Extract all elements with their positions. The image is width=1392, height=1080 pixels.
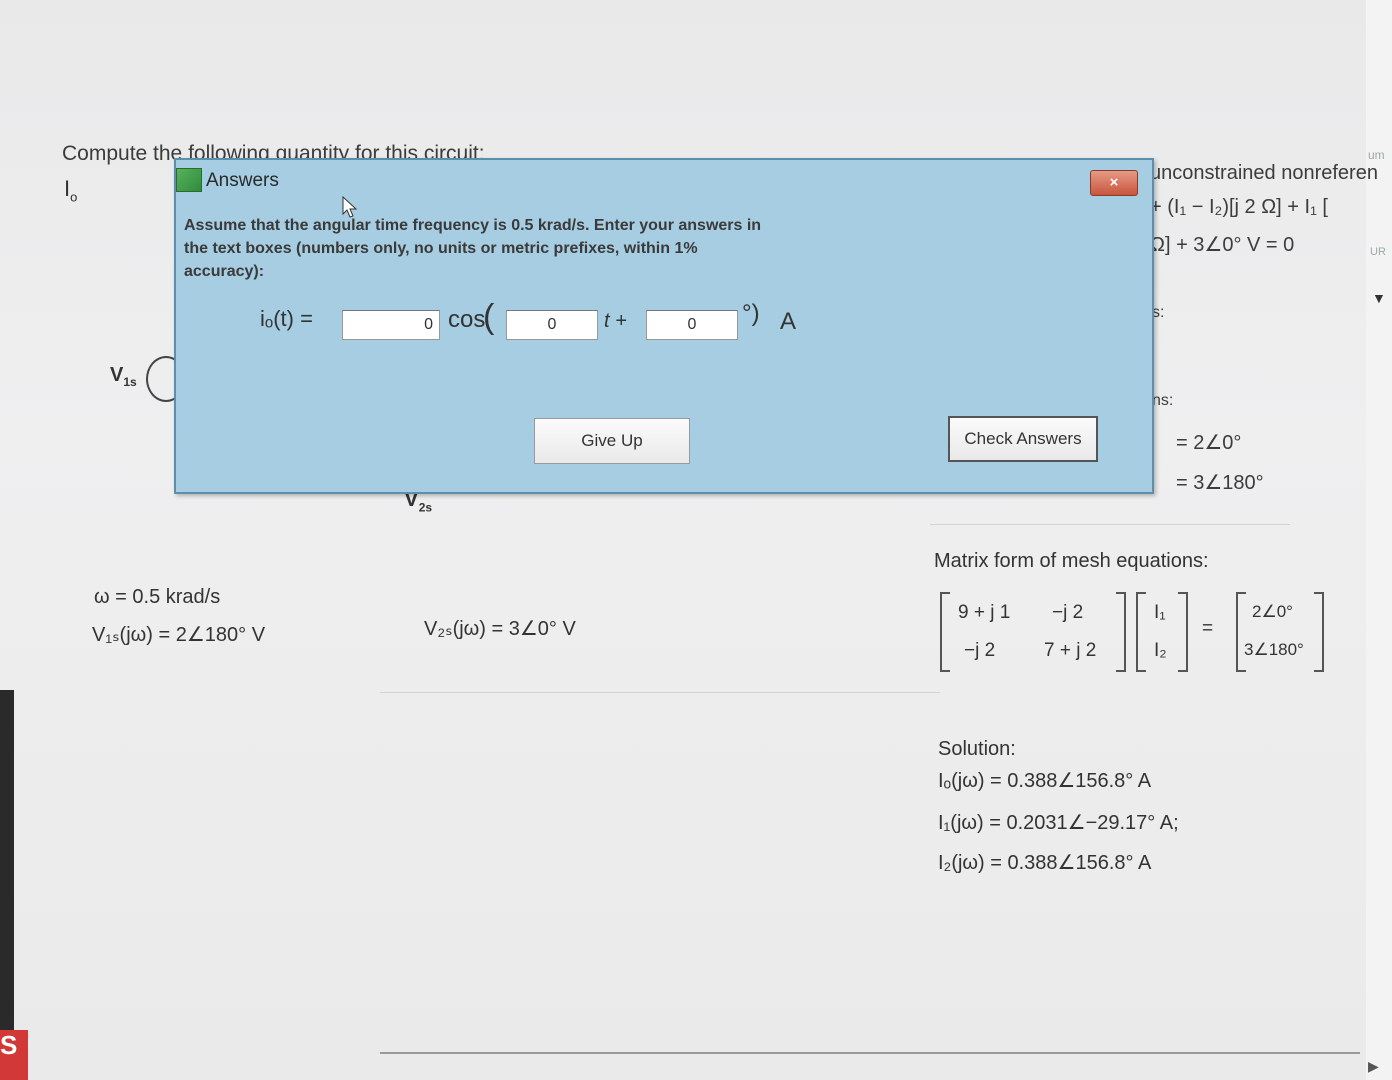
matrix-equals: =	[1202, 618, 1214, 639]
mesh-matrix: 9 + j 1 −j 2 −j 2 7 + j 2 I₁ I₂ = 2∠0° 3…	[940, 592, 1330, 676]
mesh-text-line-3: Ω] + 3∠0° V = 0	[1150, 234, 1295, 256]
matrix-cell: −j 2	[1052, 602, 1084, 623]
phase-input[interactable]	[646, 310, 738, 340]
matrix-cell: −j 2	[964, 640, 996, 661]
dropdown-arrow-icon[interactable]: ▼	[1372, 290, 1386, 306]
app-icon	[176, 168, 202, 192]
bottom-scrollbar[interactable]	[380, 1052, 1360, 1054]
degree-close-paren: °)	[742, 300, 760, 327]
mesh-eq-rhs-2: = 3∠180°	[1176, 472, 1264, 494]
amplitude-input[interactable]	[342, 310, 440, 340]
matrix-title: Matrix form of mesh equations:	[934, 550, 1209, 572]
source-v1s-label: V1s	[110, 364, 137, 389]
right-tab-label[interactable]: um	[1368, 148, 1385, 162]
divider	[380, 692, 940, 693]
check-answers-button[interactable]: Check Answers	[948, 416, 1098, 462]
matrix-cell: 7 + j 2	[1044, 640, 1097, 661]
matrix-cell: 3∠180°	[1244, 640, 1304, 659]
v1s-phasor: V₁ₛ(jω) = 2∠180° V	[92, 624, 266, 646]
solution-line: Iₒ(jω) = 0.388∠156.8° A	[938, 770, 1152, 792]
matrix-cell: I₁	[1154, 602, 1166, 623]
dialog-instructions: Assume that the angular time frequency i…	[184, 217, 762, 280]
v2s-phasor: V₂ₛ(jω) = 3∠0° V	[424, 618, 576, 640]
solution-title: Solution:	[938, 738, 1016, 760]
matrix-cell: 2∠0°	[1252, 602, 1293, 621]
equation-label: iₒ(t) =	[260, 306, 313, 331]
dialog-title: Answers	[206, 170, 279, 191]
divider	[930, 524, 1290, 525]
mesh-text-line-1: unconstrained nonreferen	[1150, 162, 1378, 184]
matrix-cell: 9 + j 1	[958, 602, 1011, 623]
mouse-cursor-icon	[342, 196, 358, 218]
scroll-right-arrow-icon[interactable]: ▶	[1368, 1058, 1379, 1075]
omega-value: ω = 0.5 krad/s	[94, 586, 221, 608]
mesh-eq-rhs-1: = 2∠0°	[1176, 432, 1242, 454]
give-up-button[interactable]: Give Up	[534, 418, 690, 464]
solution-line: I₂(jω) = 0.388∠156.8° A	[938, 852, 1152, 874]
omega-input[interactable]	[506, 310, 598, 340]
t-plus-label: t +	[604, 310, 627, 332]
solution-line: I₁(jω) = 0.2031∠−29.17° A;	[938, 812, 1179, 834]
quantity-label: Io	[64, 176, 78, 205]
mesh-text-line-2: + (I₁ − I₂)[j 2 Ω] + I₁ [	[1150, 196, 1328, 218]
partial-label: ns:	[1152, 392, 1174, 409]
unit-label: A	[780, 308, 797, 335]
matrix-cell: I₂	[1154, 640, 1167, 661]
cos-label: cos	[448, 306, 486, 333]
right-tab-label[interactable]: UR	[1370, 246, 1386, 258]
close-button[interactable]: ×	[1090, 170, 1138, 196]
open-paren: (	[483, 298, 495, 336]
left-screen-edge	[0, 690, 14, 1080]
taskbar-app-badge[interactable]: S	[0, 1030, 28, 1080]
answers-dialog: Answers × Assume that the angular time f…	[174, 158, 1154, 494]
